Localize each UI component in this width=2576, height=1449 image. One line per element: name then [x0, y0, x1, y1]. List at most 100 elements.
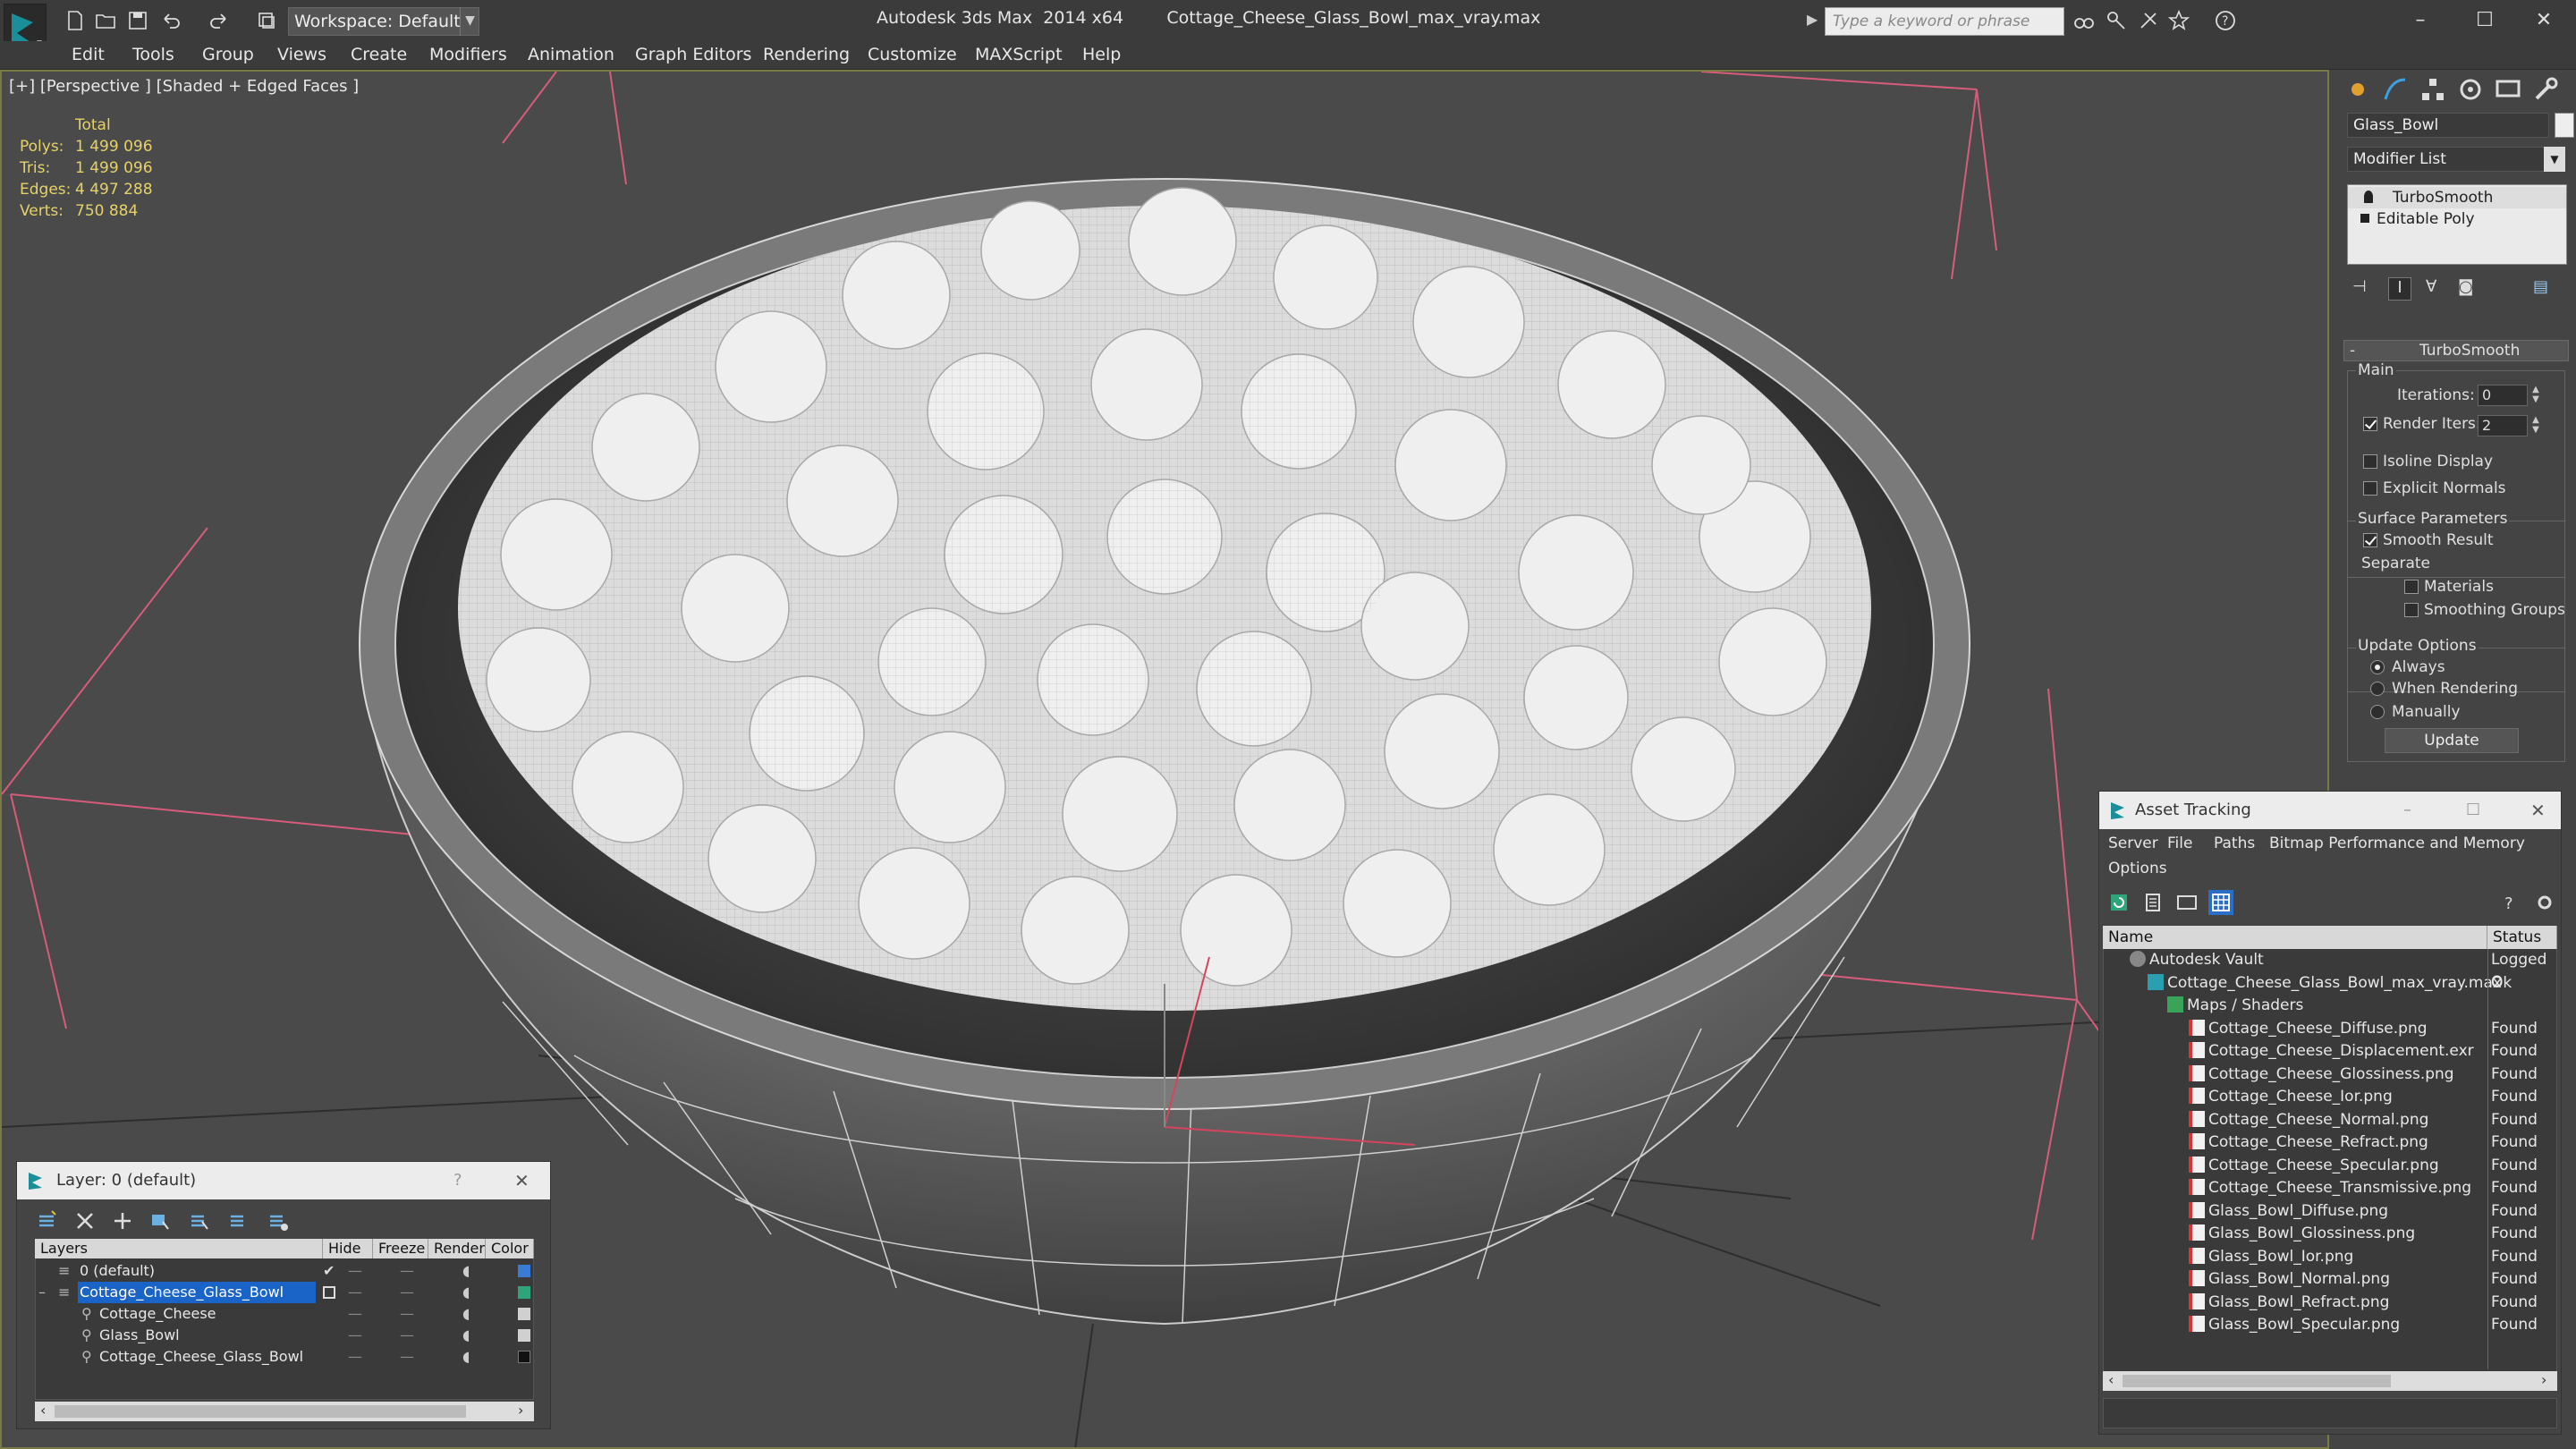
search-input[interactable]: Type a keyword or phrase — [1825, 7, 2064, 36]
column-header-name[interactable]: Name — [2103, 926, 2487, 949]
asset-row[interactable]: Maps / Shaders — [2103, 995, 2487, 1017]
menu-animation[interactable]: Animation — [528, 45, 614, 64]
asset-row[interactable]: Cottage_Cheese_Ior.png — [2103, 1086, 2487, 1108]
subscription-button[interactable] — [2104, 8, 2129, 33]
close-button[interactable]: ✕ — [2517, 4, 2571, 38]
viewport-label[interactable]: [+] [Perspective ] [Shaded + Edged Faces… — [9, 77, 359, 96]
help-button[interactable]: ? — [2498, 890, 2523, 915]
menu-views[interactable]: Views — [277, 45, 326, 64]
layer-window-title-bar[interactable]: Layer: 0 (default) ? ✕ — [17, 1162, 550, 1199]
freeze-all-button[interactable] — [266, 1208, 291, 1233]
column-header-color[interactable]: Color — [486, 1239, 534, 1258]
explicit-normals-checkbox[interactable] — [2363, 481, 2377, 496]
asset-row[interactable]: Glass_Bowl_Refract.png — [2103, 1292, 2487, 1314]
menu-help[interactable]: Help — [1082, 45, 1121, 64]
teapot-icon[interactable]: ◖ — [462, 1325, 470, 1346]
layer-row[interactable]: ⚲ Cottage_Cheese — — ◖ — [35, 1303, 531, 1325]
highlight-layer-button[interactable] — [187, 1208, 212, 1233]
materials-checkbox[interactable] — [2404, 580, 2419, 594]
spinner-arrows-icon[interactable]: ▲ ▼ — [2529, 385, 2542, 406]
menu-create[interactable]: Create — [351, 45, 407, 64]
menu-bitmap-performance[interactable]: Bitmap Performance and Memory — [2269, 835, 2525, 852]
asset-row[interactable]: Cottage_Cheese_Refract.png — [2103, 1131, 2487, 1154]
layer-color-swatch[interactable] — [518, 1329, 530, 1342]
hide-toggle[interactable]: — — [348, 1346, 362, 1368]
freeze-toggle[interactable]: — — [400, 1325, 414, 1346]
stack-item-editable-poly[interactable]: Editable Poly — [2348, 208, 2566, 230]
asset-row[interactable]: Glass_Bowl_Glossiness.png — [2103, 1223, 2487, 1245]
freeze-toggle[interactable]: — — [400, 1303, 414, 1325]
menu-modifiers[interactable]: Modifiers — [429, 45, 507, 64]
menu-customize[interactable]: Customize — [868, 45, 957, 64]
layer-color-swatch[interactable] — [518, 1286, 530, 1299]
asset-row[interactable]: Cottage_Cheese_Glossiness.png — [2103, 1063, 2487, 1086]
path-field[interactable] — [2103, 1398, 2557, 1428]
spinner-arrows-icon[interactable]: ▲ ▼ — [2529, 415, 2542, 436]
horizontal-scrollbar[interactable]: ‹ › — [2103, 1371, 2557, 1391]
column-header-render[interactable]: Render — [428, 1239, 486, 1258]
table-view-button[interactable] — [2208, 890, 2233, 915]
menu-file[interactable]: File — [2167, 835, 2192, 852]
asset-row[interactable]: Cottage_Cheese_Displacement.exr — [2103, 1040, 2487, 1063]
scroll-left-icon[interactable]: ‹ — [40, 1402, 46, 1419]
layer-row[interactable]: ⚲ Cottage_Cheese_Glass_Bowl — — ◖ — [35, 1346, 531, 1368]
hide-toggle[interactable]: — — [348, 1303, 362, 1325]
scroll-left-icon[interactable]: ‹ — [2108, 1371, 2114, 1388]
close-icon[interactable]: ✕ — [514, 1162, 530, 1199]
chevron-right-icon[interactable]: ▶ — [1807, 11, 1821, 32]
scroll-thumb[interactable] — [2123, 1375, 2391, 1387]
asset-row[interactable]: Cottage_Cheese_Normal.png — [2103, 1109, 2487, 1131]
menu-maxscript[interactable]: MAXScript — [975, 45, 1063, 64]
object-name-field[interactable]: Glass_Bowl — [2347, 113, 2549, 138]
layer-color-swatch[interactable] — [518, 1265, 530, 1277]
chevron-down-icon[interactable]: ▼ — [2544, 147, 2565, 172]
freeze-toggle[interactable]: — — [400, 1346, 414, 1368]
hide-all-button[interactable] — [226, 1208, 251, 1233]
update-button[interactable]: Update — [2385, 728, 2519, 753]
hide-toggle[interactable]: — — [348, 1282, 362, 1303]
close-icon[interactable]: ✕ — [2530, 792, 2546, 829]
hide-toggle[interactable]: — — [348, 1325, 362, 1346]
scroll-right-icon[interactable]: › — [2541, 1371, 2546, 1388]
tab-utilities[interactable] — [2529, 73, 2562, 106]
rollout-header[interactable]: - TurboSmooth — [2343, 340, 2569, 361]
refresh-button[interactable] — [2106, 890, 2131, 915]
iterations-spinner[interactable]: 0 — [2478, 385, 2528, 406]
expand-icon[interactable]: – — [38, 1282, 46, 1303]
smoothing-groups-checkbox[interactable] — [2404, 603, 2419, 617]
layer-row[interactable]: ⚲ Glass_Bowl — — ◖ — [35, 1325, 531, 1346]
delete-layer-button[interactable] — [72, 1208, 97, 1233]
render-iters-checkbox[interactable] — [2363, 417, 2377, 431]
layer-row[interactable]: – ≡ Cottage_Cheese_Glass_Bowl — — ◖ — [35, 1282, 531, 1303]
new-layer-button[interactable] — [35, 1208, 60, 1233]
minimize-icon[interactable]: – — [2403, 792, 2411, 829]
smooth-result-checkbox[interactable] — [2363, 533, 2377, 547]
tab-display[interactable] — [2492, 73, 2524, 106]
show-end-result-icon[interactable]: I — [2388, 277, 2411, 301]
active-layer-check-icon[interactable]: ✔ — [323, 1260, 335, 1282]
freeze-toggle[interactable]: — — [400, 1260, 414, 1282]
layer-row[interactable]: ≡ 0 (default) ✔ — — ◖ — [35, 1260, 531, 1282]
asset-row[interactable]: Glass_Bowl_Normal.png — [2103, 1268, 2487, 1291]
asset-row[interactable]: Cottage_Cheese_Diffuse.png — [2103, 1018, 2487, 1040]
redo-button[interactable] — [206, 8, 231, 33]
binoculars-button[interactable] — [2072, 8, 2097, 33]
asset-row[interactable]: Glass_Bowl_Specular.png — [2103, 1314, 2487, 1336]
menu-edit[interactable]: Edit — [72, 45, 105, 64]
maximize-icon[interactable]: ☐ — [2466, 792, 2480, 829]
asset-row[interactable]: Glass_Bowl_Ior.png — [2103, 1246, 2487, 1268]
menu-graph-editors[interactable]: Graph Editors — [635, 45, 751, 64]
configure-sets-icon[interactable]: ▤ — [2533, 277, 2556, 301]
expand-icon[interactable] — [2360, 214, 2369, 223]
help-button[interactable]: ? — [2213, 8, 2238, 33]
tab-create[interactable] — [2342, 73, 2374, 106]
minimize-button[interactable]: – — [2394, 4, 2447, 38]
chevron-down-icon[interactable]: ▼ — [460, 7, 479, 36]
menu-group[interactable]: Group — [202, 45, 254, 64]
workspace-dropdown[interactable]: Workspace: Default — [288, 7, 479, 36]
pin-stack-icon[interactable]: ⊣ — [2352, 277, 2376, 301]
scroll-right-icon[interactable]: › — [518, 1402, 523, 1419]
manually-radio[interactable] — [2370, 705, 2385, 719]
column-header-freeze[interactable]: Freeze — [373, 1239, 428, 1258]
asset-row[interactable]: Cottage_Cheese_Glass_Bowl_max_vray.max — [2103, 972, 2502, 995]
